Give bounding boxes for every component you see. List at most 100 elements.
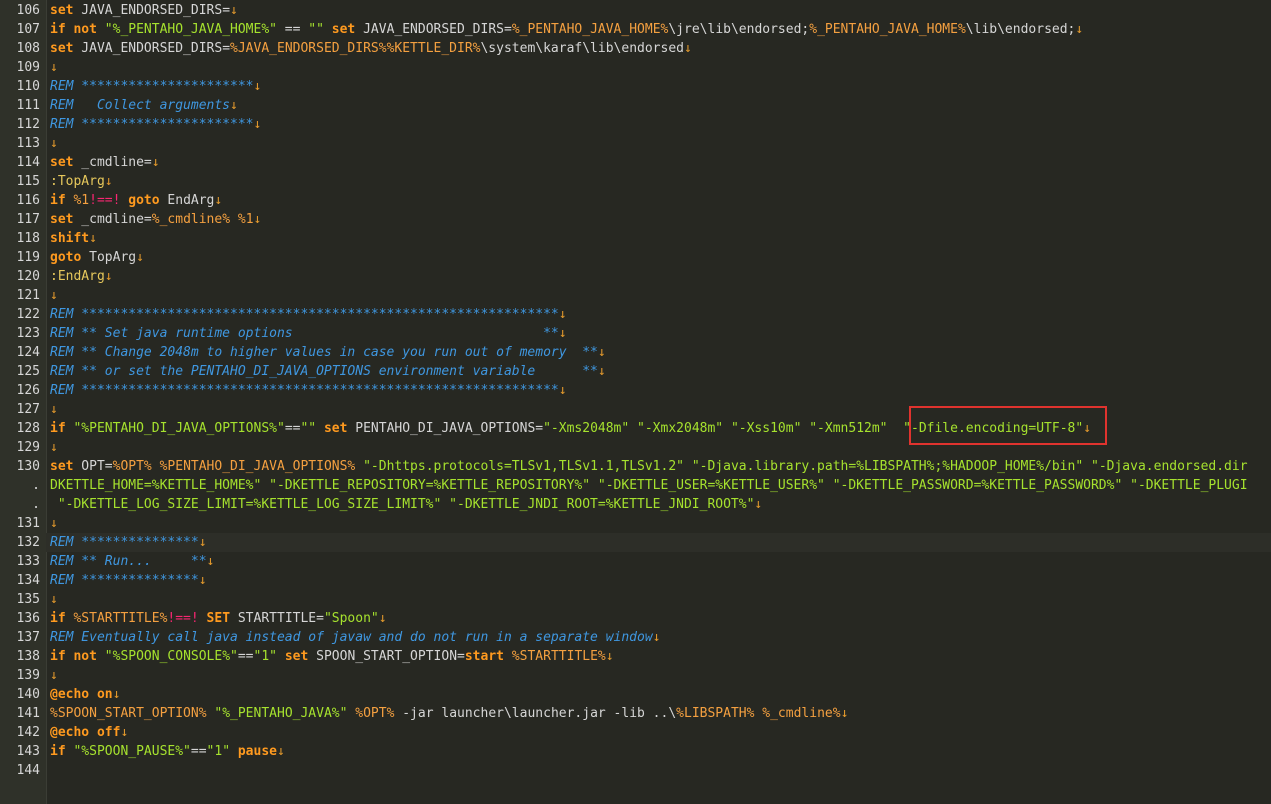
line-code[interactable]: ↓ <box>46 666 1271 685</box>
code-line[interactable]: 142 @echo off↓ <box>0 723 1271 742</box>
code-line[interactable]: 128 if "%PENTAHO_DI_JAVA_OPTIONS%"=="" se… <box>0 419 1271 438</box>
line-code[interactable]: REM Eventually call java instead of java… <box>46 628 1271 647</box>
code-line[interactable]: 114 set _cmdline=↓ <box>0 153 1271 172</box>
line-number: 137 <box>16 630 40 645</box>
code-line[interactable]: 126 REM *********************************… <box>0 381 1271 400</box>
code-line[interactable]: 134 REM ***************↓ <box>0 571 1271 590</box>
code-token: "-DKETTLE_JNDI_ROOT=%KETTLE_JNDI_ROOT%" <box>449 497 755 512</box>
line-code[interactable]: set OPT=%OPT% %PENTAHO_DI_JAVA_OPTIONS% … <box>46 457 1271 476</box>
line-code[interactable]: REM ** or set the PENTAHO_DI_JAVA_OPTION… <box>46 362 1271 381</box>
code-line[interactable]: 111 REM Collect arguments↓ <box>0 96 1271 115</box>
code-line[interactable]: 107 if not "%_PENTAHO_JAVA_HOME%" == "" s… <box>0 20 1271 39</box>
line-code[interactable]: set JAVA_ENDORSED_DIRS=↓ <box>46 1 1271 20</box>
code-line[interactable]: 124 REM ** Change 2048m to higher values … <box>0 343 1271 362</box>
code-line[interactable]: 138 if not "%SPOON_CONSOLE%"=="1" set SPO… <box>0 647 1271 666</box>
line-code[interactable]: @echo on↓ <box>46 685 1271 704</box>
code-line[interactable]: 137 REM Eventually call java instead of j… <box>0 628 1271 647</box>
line-code[interactable]: :EndArg↓ <box>46 267 1271 286</box>
line-code[interactable]: REM ***************↓ <box>46 571 1271 590</box>
line-code[interactable]: REM ** Set java runtime options **↓ <box>46 324 1271 343</box>
code-line[interactable]: 129 ↓ <box>0 438 1271 457</box>
line-code[interactable]: ↓ <box>46 400 1271 419</box>
code-token: "-DKETTLE_PLUGI <box>1130 478 1248 493</box>
line-code[interactable] <box>46 761 1271 780</box>
code-line[interactable]: 135 ↓ <box>0 590 1271 609</box>
code-line[interactable]: 141 %SPOON_START_OPTION% "%_PENTAHO_JAVA%… <box>0 704 1271 723</box>
line-code[interactable]: REM ***************↓ <box>46 533 1271 552</box>
line-code[interactable]: REM ** Change 2048m to higher values in … <box>46 343 1271 362</box>
code-line[interactable]: 118 shift↓ <box>0 229 1271 248</box>
line-code[interactable]: if not "%SPOON_CONSOLE%"=="1" set SPOON_… <box>46 647 1271 666</box>
code-line[interactable]: 123 REM ** Set java runtime options **↓ <box>0 324 1271 343</box>
line-code[interactable]: set _cmdline=↓ <box>46 153 1271 172</box>
code-line[interactable]: 127 ↓ <box>0 400 1271 419</box>
code-line[interactable]: 125 REM ** or set the PENTAHO_DI_JAVA_OPT… <box>0 362 1271 381</box>
code-token: pause <box>237 744 277 759</box>
line-code[interactable]: REM ************************************… <box>46 305 1271 324</box>
code-line[interactable]: 115:TopArg↓ <box>0 172 1271 191</box>
code-line[interactable]: 136 if %STARTTITLE%!==! SET STARTTITLE="S… <box>0 609 1271 628</box>
code-line[interactable]: 121 ↓ <box>0 286 1271 305</box>
line-code[interactable]: if not "%_PENTAHO_JAVA_HOME%" == "" set … <box>46 20 1271 39</box>
line-code[interactable]: REM **********************↓ <box>46 115 1271 134</box>
code-line[interactable]: 116 if %1!==! goto EndArg↓ <box>0 191 1271 210</box>
code-line[interactable]: 122 REM *********************************… <box>0 305 1271 324</box>
line-code[interactable]: %SPOON_START_OPTION% "%_PENTAHO_JAVA%" %… <box>46 704 1271 723</box>
line-code[interactable]: set JAVA_ENDORSED_DIRS=%JAVA_ENDORSED_DI… <box>46 39 1271 58</box>
code-line[interactable]: 109 ↓ <box>0 58 1271 77</box>
code-editor[interactable]: 106 set JAVA_ENDORSED_DIRS=↓ 107 if not "%_… <box>0 0 1271 804</box>
line-code[interactable]: REM **********************↓ <box>46 77 1271 96</box>
line-code[interactable]: ↓ <box>46 590 1271 609</box>
line-code[interactable]: if "%SPOON_PAUSE%"=="1" pause↓ <box>46 742 1271 761</box>
line-code[interactable]: ↓ <box>46 438 1271 457</box>
code-line[interactable]: 108 set JAVA_ENDORSED_DIRS=%JAVA_ENDORSED… <box>0 39 1271 58</box>
code-line[interactable]: 140 @echo on↓ <box>0 685 1271 704</box>
code-token: set <box>50 41 74 56</box>
code-token: SPOON_START_OPTION= <box>308 649 465 664</box>
line-code[interactable]: goto TopArg↓ <box>46 248 1271 267</box>
line-code[interactable]: ↓ <box>46 514 1271 533</box>
code-token: "-Xms2048m" <box>543 421 630 436</box>
line-code[interactable]: :TopArg↓ <box>46 172 1271 191</box>
code-line[interactable]: 113 ↓ <box>0 134 1271 153</box>
code-line[interactable]: 143 if "%SPOON_PAUSE%"=="1" pause↓ <box>0 742 1271 761</box>
code-line[interactable]: 117 set _cmdline=%_cmdline% %1↓ <box>0 210 1271 229</box>
code-lines[interactable]: 106 set JAVA_ENDORSED_DIRS=↓ 107 if not "%_… <box>0 1 1271 780</box>
line-number: 125 <box>16 364 40 379</box>
line-code[interactable]: REM Collect arguments↓ <box>46 96 1271 115</box>
line-end-marker-icon: ↓ <box>104 269 113 284</box>
code-line[interactable]: 144 <box>0 761 1271 780</box>
code-line[interactable]: 110 REM **********************↓ <box>0 77 1271 96</box>
code-line[interactable]: 120:EndArg↓ <box>0 267 1271 286</box>
line-code[interactable]: ↓ <box>46 286 1271 305</box>
line-code[interactable]: DKETTLE_HOME=%KETTLE_HOME%" "-DKETTLE_RE… <box>46 476 1271 495</box>
line-code[interactable]: if %STARTTITLE%!==! SET STARTTITLE="Spoo… <box>46 609 1271 628</box>
code-token: "-DKETTLE_LOG_SIZE_LIMIT=%KETTLE_LOG_SIZ… <box>57 497 442 512</box>
line-code[interactable]: if %1!==! goto EndArg↓ <box>46 191 1271 210</box>
line-code[interactable]: @echo off↓ <box>46 723 1271 742</box>
code-line[interactable]: 132 REM ***************↓ <box>0 533 1271 552</box>
code-line[interactable]: 112 REM **********************↓ <box>0 115 1271 134</box>
code-line[interactable]: . DKETTLE_HOME=%KETTLE_HOME%" "-DKETTLE_R… <box>0 476 1271 495</box>
line-code[interactable]: shift↓ <box>46 229 1271 248</box>
code-line[interactable]: 131 ↓ <box>0 514 1271 533</box>
line-code[interactable]: set _cmdline=%_cmdline% %1↓ <box>46 210 1271 229</box>
code-token: !==! <box>167 611 199 626</box>
code-line[interactable]: 106 set JAVA_ENDORSED_DIRS=↓ <box>0 1 1271 20</box>
line-code[interactable]: if "%PENTAHO_DI_JAVA_OPTIONS%"=="" set P… <box>46 419 1271 438</box>
line-code[interactable]: REM ** Run... **↓ <box>46 552 1271 571</box>
code-line[interactable]: 119 goto TopArg↓ <box>0 248 1271 267</box>
line-end-marker-icon: ↓ <box>50 516 58 531</box>
code-line[interactable]: . "-DKETTLE_LOG_SIZE_LIMIT=%KETTLE_LOG_S… <box>0 495 1271 514</box>
code-line[interactable]: 130 set OPT=%OPT% %PENTAHO_DI_JAVA_OPTION… <box>0 457 1271 476</box>
line-code[interactable]: "-DKETTLE_LOG_SIZE_LIMIT=%KETTLE_LOG_SIZ… <box>46 495 1271 514</box>
line-code[interactable]: REM ************************************… <box>46 381 1271 400</box>
line-code[interactable]: ↓ <box>46 134 1271 153</box>
code-line[interactable]: 133 REM ** Run... **↓ <box>0 552 1271 571</box>
line-code[interactable]: ↓ <box>46 58 1271 77</box>
code-line[interactable]: 139 ↓ <box>0 666 1271 685</box>
